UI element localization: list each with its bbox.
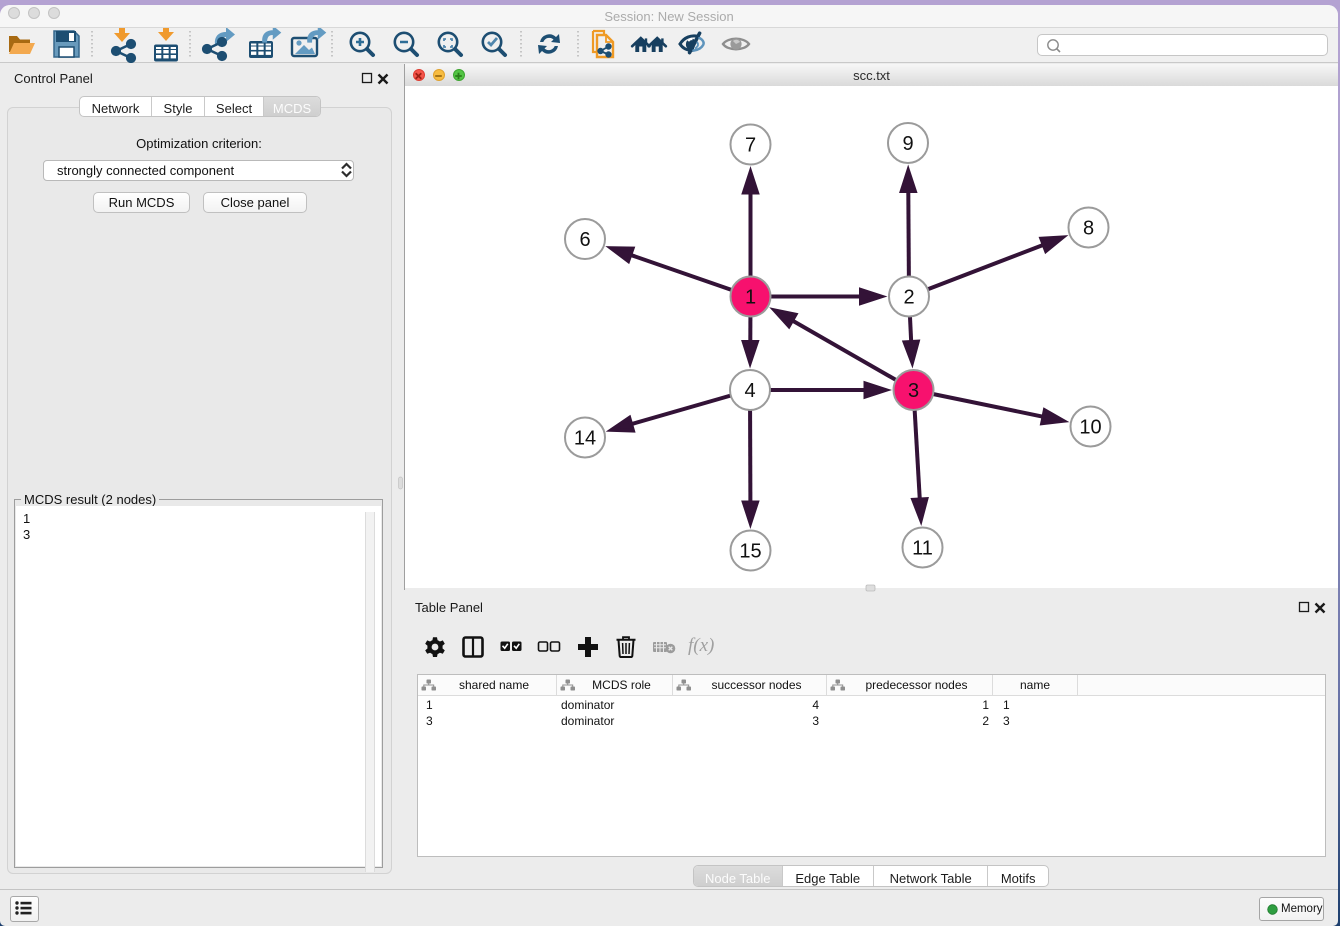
svg-text:3: 3 bbox=[908, 380, 919, 402]
svg-text:10: 10 bbox=[1079, 417, 1101, 439]
svg-text:6: 6 bbox=[579, 229, 590, 251]
svg-text:15: 15 bbox=[739, 541, 761, 563]
svg-text:7: 7 bbox=[745, 135, 756, 157]
svg-text:9: 9 bbox=[902, 133, 913, 155]
svg-text:8: 8 bbox=[1083, 218, 1094, 240]
svg-text:1: 1 bbox=[745, 287, 756, 309]
svg-text:2: 2 bbox=[903, 287, 914, 309]
svg-text:4: 4 bbox=[744, 380, 755, 402]
svg-text:11: 11 bbox=[912, 538, 933, 560]
svg-text:14: 14 bbox=[574, 428, 596, 450]
